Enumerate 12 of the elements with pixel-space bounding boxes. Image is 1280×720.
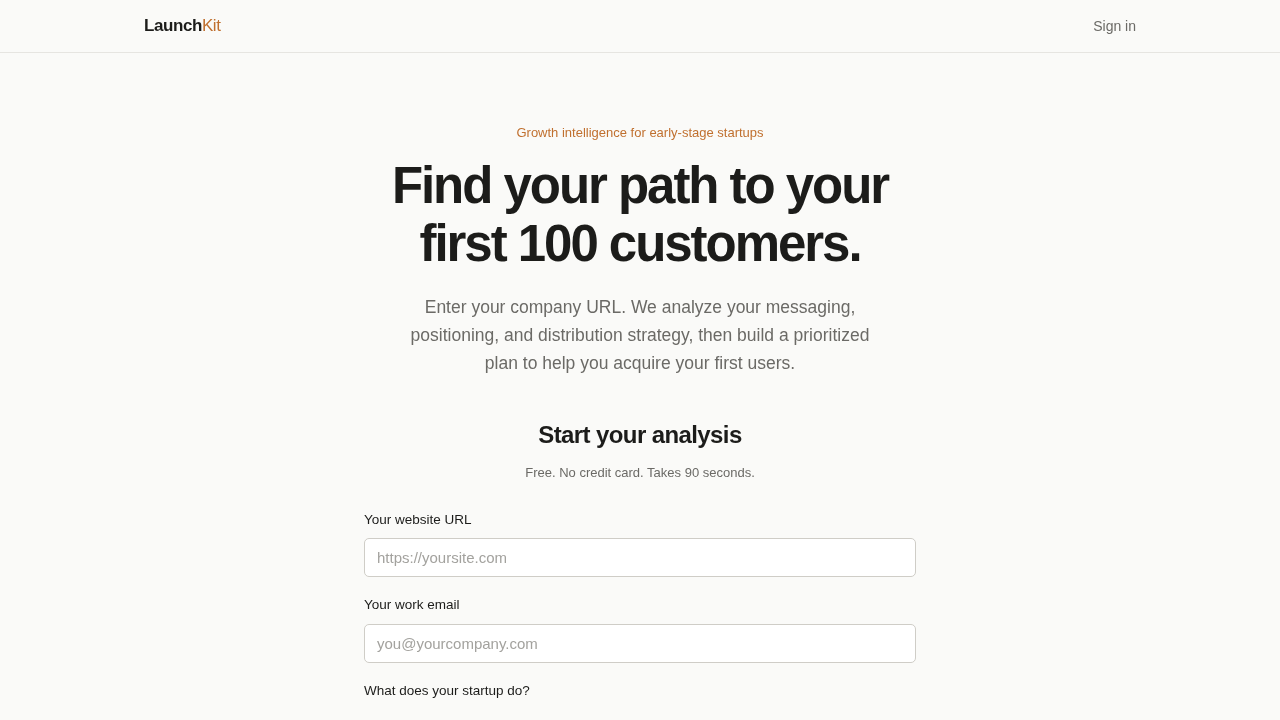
sign-in-link[interactable]: Sign in: [1093, 15, 1136, 37]
form-subtitle: Free. No credit card. Takes 90 seconds.: [525, 463, 755, 482]
form-title: Start your analysis: [538, 419, 742, 450]
field-label: Your work email: [364, 596, 461, 615]
input-field[interactable]: https://yoursite.com: [364, 538, 916, 578]
input-field[interactable]: you@yourcompany.com: [364, 623, 916, 663]
field-label: Your website URL: [364, 511, 473, 529]
logo[interactable]: LaunchKit: [144, 13, 221, 39]
eyebrow-text: Growth intelligence for early-stage startups: [516, 124, 764, 142]
hero-heading: Find your path to your first 100 customers.: [391, 156, 889, 273]
hero-description: Enter your company URL. We analyze your messaging, positioning, and distribution strategy, then build a prioritized plan to help you acquire your first users.: [409, 295, 871, 375]
field-label: What does your startup do?: [364, 681, 531, 700]
